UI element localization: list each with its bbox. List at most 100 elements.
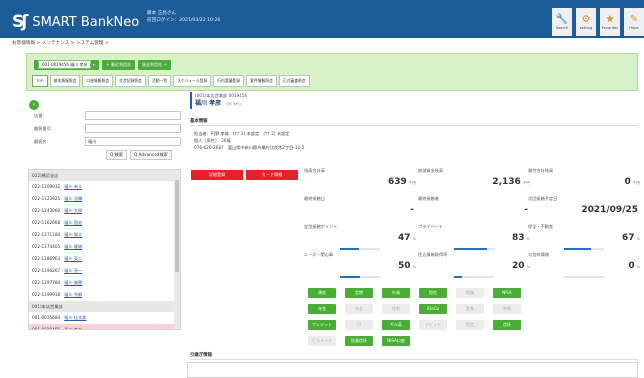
field-label: 店番: — [34, 112, 44, 118]
product-button[interactable]: 証券 — [456, 304, 484, 314]
result-item[interactable]: 022-1162668 福川 昌宏 — [29, 217, 180, 229]
product-button[interactable]: デビット — [419, 320, 447, 330]
breadcrumb[interactable]: お客様情報 > メンテナンス > システム管理 > — [12, 40, 109, 46]
result-item[interactable]: 022-1143060 福川 大樹 — [29, 205, 180, 217]
product-button[interactable]: 投資信託 — [345, 336, 373, 346]
result-name-link[interactable]: 福川 孝彦 — [64, 327, 82, 329]
product-button[interactable]: クレジット — [308, 320, 336, 330]
advanced-search-button[interactable]: Q Advanced検索 — [130, 150, 172, 160]
handover-title: 引継ぎ情報 — [190, 352, 638, 360]
stat-label: 与信枠情報 — [528, 252, 549, 257]
result-name-link[interactable]: 福川 有斗 — [64, 184, 82, 189]
stat-unit: % — [636, 237, 640, 241]
result-item[interactable]: 022-1171184 福川 陽太 — [29, 229, 180, 241]
tab-item[interactable]: スケジュール登録 — [173, 75, 212, 87]
product-button[interactable]: FX — [345, 320, 373, 330]
product-button[interactable]: 住宅 — [382, 304, 410, 314]
search-panel: ‹ 店番: 顧客番号: 顧客名: 福川 Q 検索 Q Advanced検索 022… — [26, 98, 181, 330]
user-info: 藤本 正亮さん 前回ログイン：2021/03/22 10:26 — [147, 10, 220, 24]
result-name-link[interactable]: 福川 英二 — [64, 256, 82, 261]
basic-info-line: 個人（男性） 26歳 — [194, 138, 231, 143]
header-toolbar: 🔧 Search ⚙ setting ★ Favorites ✎ Hope — [552, 8, 644, 36]
results-scrollbar[interactable] — [174, 170, 180, 329]
card-info-button[interactable]: カード情報 — [246, 170, 298, 180]
basic-info-line: 担当者：円野 孝雄 (ｻﾌﾞ1) 未設定 (ｻﾌﾞ2) 未設定 — [194, 131, 290, 136]
result-id: 022-1197784 — [32, 280, 61, 285]
result-name-link[interactable]: 福川 昌宏 — [64, 220, 82, 225]
result-id: 022-1109932 — [32, 184, 61, 189]
favorites-tool-button[interactable]: ★ Favorites — [600, 8, 620, 36]
product-button[interactable]: 預金 — [308, 288, 336, 298]
result-item[interactable]: 022-1186963 福川 英二 — [29, 253, 180, 265]
result-name-link[interactable]: 福川 浩輔 — [64, 196, 82, 201]
setting-tool-button[interactable]: ⚙ setting — [576, 8, 596, 36]
product-button[interactable]: 年金 — [308, 304, 336, 314]
scrollbar-thumb[interactable] — [175, 180, 179, 272]
customer-name-input[interactable]: 福川 — [85, 137, 181, 146]
stat-label: 保全・不動産 — [528, 224, 554, 229]
result-item[interactable]: 001-0015684 福川 佳太郎 — [29, 312, 180, 324]
detail-register-button[interactable]: 詳細登録 — [191, 170, 243, 180]
product-button[interactable]: 信託 — [493, 320, 521, 330]
tab-item[interactable]: 活動一覧 — [147, 75, 172, 87]
search-button[interactable]: Q 検索 — [106, 150, 128, 160]
result-item[interactable]: 022-1199918 福川 秀綱 — [29, 289, 180, 301]
product-button[interactable]: NISA — [493, 288, 521, 298]
handover-memo-field[interactable] — [187, 362, 638, 378]
result-name-link[interactable]: 福川 秀綱 — [64, 292, 82, 297]
product-button[interactable]: 投信 — [419, 288, 447, 298]
stat-progress-bar — [454, 248, 494, 250]
app-logo[interactable]: Sʃ SMART BankNeo — [12, 12, 139, 32]
back-arrow-icon[interactable]: ‹ — [29, 100, 39, 110]
stat-label: 総減資金残高 — [418, 168, 444, 173]
result-item[interactable]: 022-1109932 福川 有斗 — [29, 181, 180, 193]
result-item[interactable]: 022-1174405 福川 健雄 — [29, 241, 180, 253]
tab-item[interactable]: 正式審査照会 — [278, 75, 310, 87]
result-name-link[interactable]: 福川 大樹 — [64, 208, 82, 213]
product-button[interactable]: 外貨 — [493, 304, 521, 314]
recent-customers-button[interactable]: ＋ 最近利用先 — [101, 60, 136, 70]
product-button[interactable]: 投信 — [456, 320, 484, 330]
tab-item[interactable]: 口座情報照会 — [82, 75, 114, 87]
product-button[interactable]: 保険 — [456, 288, 484, 298]
tab-item[interactable]: 基本情報照会 — [49, 75, 81, 87]
result-item[interactable]: 022-1197784 福川 美穂 — [29, 277, 180, 289]
hope-tool-button[interactable]: ✎ Hope — [624, 8, 644, 36]
stat-number: 639 — [388, 177, 407, 187]
result-name-link[interactable]: 福川 健雄 — [64, 244, 82, 249]
search-tool-button[interactable]: 🔧 Search — [552, 8, 572, 36]
stat-card: 住込情報取得率 20% — [418, 252, 530, 288]
tab-item[interactable]: 案件情報照会 — [246, 75, 277, 87]
tab-item[interactable]: 行内稟議登録 — [213, 75, 245, 87]
product-button[interactable]: NISA口座 — [382, 336, 410, 346]
stat-progress-fill — [340, 276, 360, 278]
result-name-link[interactable]: 福川 佳太郎 — [64, 315, 86, 320]
branch-input[interactable] — [85, 111, 181, 120]
stat-number: 20 — [512, 261, 525, 271]
product-button[interactable]: 外貨 — [382, 288, 410, 298]
product-button[interactable]: ビルメイト — [308, 336, 336, 346]
result-name-link[interactable]: 福川 美穂 — [64, 280, 82, 285]
customer-number-field-row: 顧客番号: — [34, 124, 181, 133]
search-icon: 🔧 — [555, 14, 569, 25]
past-customers-button[interactable]: 過去利用先 ＋ — [138, 60, 172, 70]
result-item[interactable]: 022-1196267 福川 亮一 — [29, 265, 180, 277]
stat-unit: 千円 — [632, 181, 640, 185]
stat-value: 67% — [622, 233, 640, 243]
result-id: 001-0015684 — [32, 315, 61, 320]
product-button[interactable]: 年金 — [345, 304, 373, 314]
product-button[interactable]: 定期 — [345, 288, 373, 298]
result-name-link[interactable]: 福川 亮一 — [64, 268, 82, 273]
tab-item[interactable]: 交渉記録照会 — [115, 75, 146, 87]
result-item[interactable]: 022-1123925 福川 浩輔 — [29, 193, 180, 205]
stat-label: 定型接触ポイント — [304, 224, 338, 229]
product-button[interactable]: iDeCo — [419, 304, 447, 314]
result-name-link[interactable]: 福川 陽太 — [64, 232, 82, 237]
customer-number-input[interactable] — [85, 124, 181, 133]
product-button[interactable]: ギル英 — [382, 320, 410, 330]
customer-id-select[interactable]: 001-0019456 福川 孝彦 ▾ — [34, 60, 99, 70]
tab-item[interactable]: TOP — [32, 75, 48, 87]
result-item[interactable]: 001-0019456 福川 孝彦 — [29, 324, 180, 329]
stat-value: 0 千円 — [625, 177, 640, 187]
result-group-header: 022)横浜支店 — [29, 170, 180, 181]
